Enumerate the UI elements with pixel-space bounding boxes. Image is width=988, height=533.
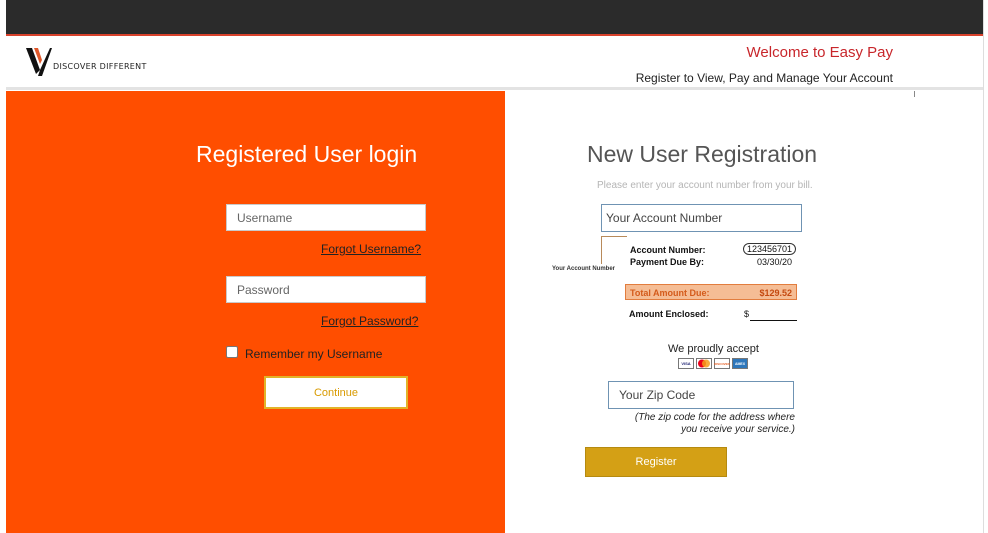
account-number-input[interactable] [601,204,802,232]
divider-tick [914,91,915,97]
amex-icon: AMEX [732,358,748,369]
forgot-username-link[interactable]: Forgot Username? [321,242,421,256]
bill-total-due-row: Total Amount Due: $129.52 [625,284,797,300]
bill-amount-enclosed-label: Amount Enclosed: [629,309,709,319]
continue-button[interactable]: Continue [264,376,408,409]
bill-total-due-value: $129.52 [759,288,792,298]
forgot-password-link[interactable]: Forgot Password? [321,314,418,328]
login-panel: Registered User login Forgot Username? F… [6,91,505,533]
header-subtitle: Register to View, Pay and Manage Your Ac… [635,71,893,85]
registration-title: New User Registration [587,141,818,167]
bill-payment-due-value: 03/30/20 [757,257,793,267]
visa-icon: VISA [678,358,694,369]
bill-payment-due-label: Payment Due By: [630,257,705,267]
bill-account-number-label: Account Number: [630,245,706,255]
remember-username-checkbox[interactable] [226,346,238,358]
accepted-cards: VISA DISCOVER AMEX [678,358,748,369]
login-title: Registered User login [196,141,418,167]
zip-code-input[interactable] [608,381,794,409]
accepted-cards-text: We proudly accept [668,343,759,355]
bill-total-due-label: Total Amount Due: [630,288,710,298]
top-bar [6,0,983,36]
mastercard-icon [696,358,712,369]
logo-text: DISCOVER DIFFERENT [53,61,147,71]
zip-code-note: (The zip code for the address where you … [634,412,795,435]
registration-hint: Please enter your account number from yo… [597,180,813,191]
bill-amount-enclosed-value: $ [744,309,750,319]
sample-bill-illustration: Your Account Number Account Number: 1234… [552,236,804,328]
password-input[interactable] [226,276,426,303]
page-right-border [983,0,984,533]
logo-v-icon [26,48,52,76]
bill-amount-enclosed-line [750,320,797,321]
bill-pointer-label: Your Account Number [552,266,616,272]
bill-pointer-line [601,236,627,264]
bill-account-number-value: 123456701 [743,243,797,255]
brand-logo[interactable]: DISCOVER DIFFERENT [26,46,147,76]
register-button[interactable]: Register [585,447,727,477]
remember-username-label: Remember my Username [245,347,383,361]
username-input[interactable] [226,204,426,231]
site-header: DISCOVER DIFFERENT Welcome to Easy Pay R… [6,38,983,90]
discover-icon: DISCOVER [714,358,730,369]
welcome-heading: Welcome to Easy Pay [746,44,893,61]
